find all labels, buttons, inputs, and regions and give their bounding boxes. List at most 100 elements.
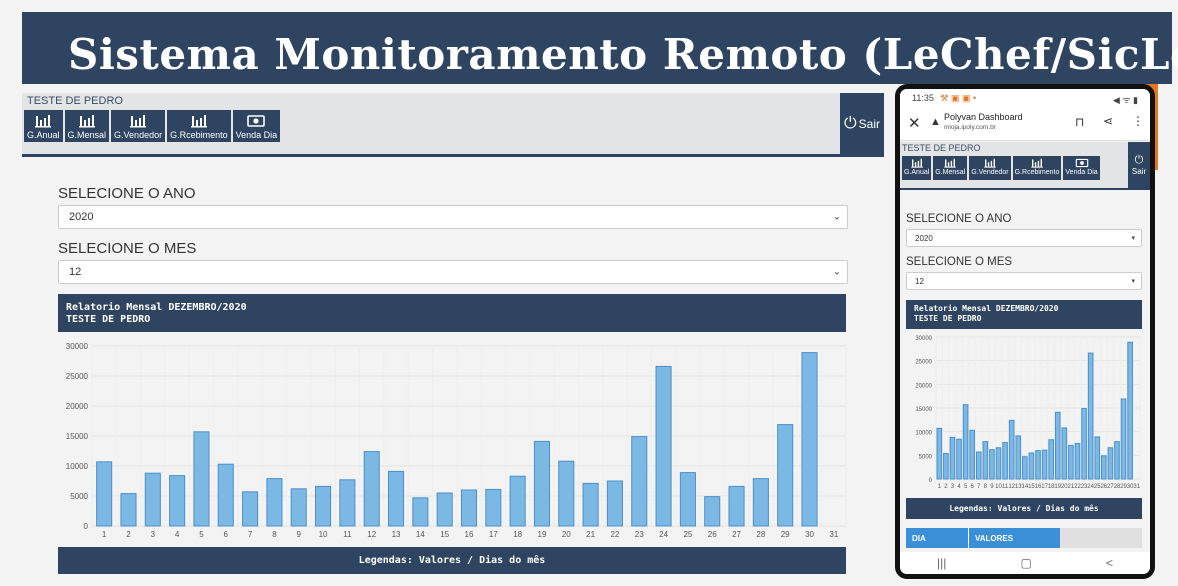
x-tick-label: 30: [805, 530, 814, 539]
bar: [436, 492, 453, 527]
phone-nav-button-mensal[interactable]: G.Mensal: [933, 156, 968, 180]
bar: [1120, 398, 1127, 480]
phone-month-label: SELECIONE O MES: [906, 256, 1013, 268]
android-nav-bar: ||| ▢ <: [900, 552, 1150, 574]
bar: [363, 451, 380, 527]
banner-title: Sistema Monitoramento Remoto (LeChef/Sic…: [68, 30, 1178, 79]
x-tick-label: 27: [732, 530, 741, 539]
dropdown-arrow-icon: ▾: [1131, 278, 1135, 285]
more-menu-icon[interactable]: ⋮: [1132, 114, 1144, 128]
x-tick-label: 19: [538, 530, 547, 539]
x-tick-label: 15: [440, 530, 449, 539]
x-tick-label: 8: [984, 484, 988, 490]
report-header: Relatorio Mensal DEZEMBRO/2020 TESTE DE …: [58, 294, 846, 332]
x-tick-label: 22: [610, 530, 619, 539]
power-icon: ⏻: [1134, 154, 1144, 166]
phone-logout-button[interactable]: ⏻ Sair: [1128, 142, 1150, 188]
month-value: 12: [69, 266, 82, 278]
nav-label: G.Rcebimento: [170, 130, 228, 140]
bar-chart-icon: [130, 115, 147, 128]
phone-logout-label: Sair: [1131, 167, 1147, 176]
x-tick-label: 8: [272, 530, 277, 539]
share-icon[interactable]: ⋖: [1103, 114, 1113, 128]
bar: [217, 463, 234, 527]
money-icon: [1075, 158, 1088, 168]
bar: [460, 489, 478, 527]
phone-user-name: TESTE DE PEDRO: [902, 143, 981, 153]
phone-month-select[interactable]: 12 ▾: [906, 272, 1142, 290]
x-tick-label: 3: [951, 484, 955, 490]
x-tick-label: 6: [971, 484, 975, 490]
close-icon[interactable]: ✕: [908, 114, 921, 132]
x-tick-label: 26: [708, 530, 717, 539]
phone-nav-button-venda-dia[interactable]: Venda Dia: [1063, 156, 1100, 180]
desktop-bar-chart: 0500010000150002000025000300001 2 3 4 5 6 7 8 9 1…: [66, 342, 847, 539]
bar: [582, 482, 599, 527]
bar: [1002, 442, 1008, 480]
nav-label: G.Mensal: [935, 169, 966, 176]
y-tick-label: 10000: [66, 462, 89, 471]
nav-label: G.Mensal: [67, 130, 107, 140]
bar: [315, 485, 332, 527]
month-label: SELECIONE O MES: [58, 240, 197, 257]
bar: [801, 352, 818, 527]
table-header-dia: DIA: [906, 528, 968, 548]
y-tick-label: 0: [84, 522, 89, 531]
y-tick-label: 20000: [66, 402, 89, 411]
recent-apps-icon[interactable]: |||: [937, 556, 946, 570]
phone-chart-legend: Legendas: Valores / Dias do mês: [906, 498, 1142, 519]
chevron-down-icon: ⌄: [832, 266, 841, 278]
status-icons: ⚒ ▣ ▣ •: [940, 93, 977, 103]
x-tick-label: 4: [957, 484, 961, 490]
phone-nav-button-anual[interactable]: G.Anual: [902, 156, 932, 180]
bar: [558, 460, 575, 527]
y-tick-label: 25000: [915, 360, 932, 366]
logout-button[interactable]: ⏻ Sair: [840, 93, 884, 154]
user-name: TESTE DE PEDRO: [27, 95, 123, 107]
bar: [1035, 450, 1041, 480]
bar: [975, 451, 982, 480]
bar: [1041, 449, 1048, 480]
x-tick-label: 18: [513, 530, 522, 539]
y-tick-label: 30000: [66, 342, 89, 351]
bar: [1101, 455, 1107, 480]
y-tick-label: 0: [929, 478, 933, 484]
nav-label: Venda Dia: [235, 130, 278, 140]
phone-month-value: 12: [915, 276, 924, 286]
x-tick-label: 10: [319, 530, 328, 539]
chevron-down-icon: ⌄: [832, 211, 841, 223]
bar-chart-icon: [984, 158, 996, 168]
year-select[interactable]: 2020 ⌄: [58, 205, 848, 229]
bookmark-icon[interactable]: ⊓: [1075, 115, 1084, 129]
nav-button-venda-dia[interactable]: Venda Dia: [232, 110, 281, 142]
phone-app-header: TESTE DE PEDRO G.Anual G.Mensal G.Vended…: [900, 142, 1150, 190]
bar: [752, 478, 769, 527]
phone-nav-button-vendedor[interactable]: G.Vendedor: [969, 156, 1011, 180]
x-tick-label: 23: [635, 530, 644, 539]
nav-button-anual[interactable]: G.Anual: [24, 110, 63, 142]
nav-button-vendedor[interactable]: G.Vendedor: [111, 110, 166, 142]
y-tick-label: 20000: [915, 383, 932, 389]
bar: [1068, 444, 1074, 480]
bar: [1081, 407, 1087, 480]
nav-button-mensal[interactable]: G.Mensal: [64, 110, 110, 142]
x-tick-label: 1: [938, 484, 942, 490]
nav-button-recebimento[interactable]: G.Rcebimento: [167, 110, 231, 142]
home-icon[interactable]: ▢: [1021, 556, 1032, 570]
phone-bar-chart: 0500010000150002000025000300001 2 3 4 5 6 7 8 9 1…: [915, 336, 1140, 490]
nav-label: G.Anual: [904, 169, 930, 176]
phone-nav-button-recebimento[interactable]: G.Rcebimento: [1012, 156, 1062, 180]
back-icon[interactable]: <: [1106, 556, 1113, 570]
bar-chart-icon: [190, 115, 207, 128]
bar: [266, 478, 283, 527]
bar: [533, 440, 551, 527]
month-select[interactable]: 12 ⌄: [58, 260, 848, 284]
bar: [144, 472, 161, 527]
bar: [949, 436, 956, 480]
bar: [1008, 419, 1015, 480]
y-tick-label: 5000: [70, 492, 88, 501]
phone-year-select[interactable]: 2020 ▾: [906, 229, 1142, 247]
x-tick-label: 9: [990, 484, 994, 490]
nav-label: G.Anual: [27, 130, 60, 140]
bar-chart-icon: [78, 115, 95, 128]
